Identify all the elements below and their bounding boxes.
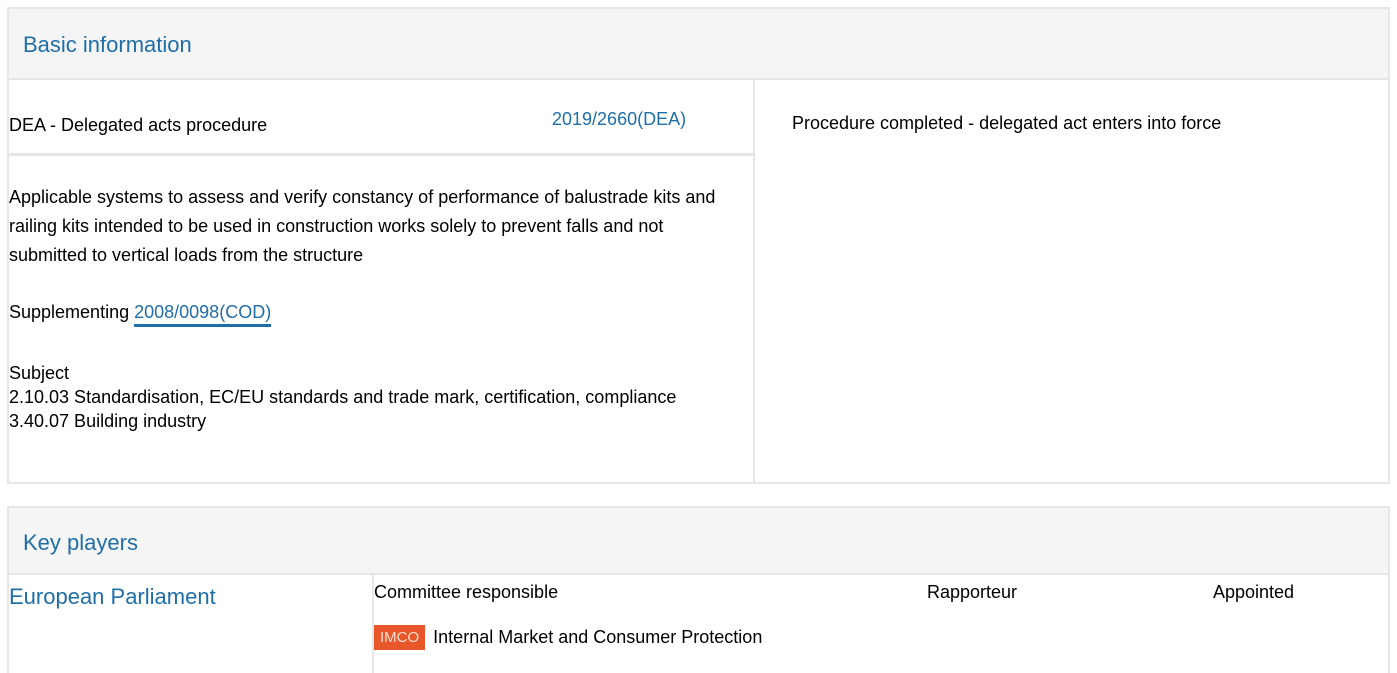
basic-information-title: Basic information (23, 32, 192, 57)
procedure-type: DEA - Delegated acts procedure (9, 115, 268, 135)
subject-label: Subject (9, 363, 70, 383)
supplementing-link[interactable]: 2008/0098(COD) (134, 302, 272, 327)
supplementing-label: Supplementing (9, 302, 130, 322)
basic-information-header: Basic information (9, 9, 1388, 80)
key-players-panel: Key players European Parliament Committe… (7, 506, 1390, 673)
procedure-description: Applicable systems to assess and verify … (9, 187, 716, 265)
subject-item: 2.10.03 Standardisation, EC/EU standards… (9, 387, 677, 407)
committee-badge[interactable]: IMCO (374, 625, 426, 650)
supplementing-line: Supplementing 2008/0098(COD) (9, 302, 272, 327)
basic-information-panel: Basic information DEA - Delegated acts p… (7, 7, 1390, 484)
committee-name: Internal Market and Consumer Protection (433, 627, 763, 647)
procedure-reference-link[interactable]: 2019/2660(DEA) (552, 109, 686, 130)
key-players-title: Key players (23, 530, 138, 555)
subject-block: Subject 2.10.03 Standardisation, EC/EU s… (9, 361, 744, 433)
committee-table: Committee responsible Rapporteur Appoint… (372, 575, 1388, 673)
procedure-status: Procedure completed - delegated act ente… (792, 113, 1222, 133)
committee-responsible-header: Committee responsible (374, 582, 559, 602)
procedure-details: DEA - Delegated acts procedure 2019/2660… (9, 80, 755, 482)
appointed-header: Appointed (1213, 582, 1295, 602)
subject-item: 3.40.07 Building industry (9, 411, 207, 431)
rapporteur-header: Rapporteur (927, 582, 1018, 602)
committee-row: IMCO Internal Market and Consumer Protec… (374, 625, 762, 650)
key-players-header: Key players (9, 508, 1388, 575)
procedure-row: DEA - Delegated acts procedure 2019/2660… (9, 80, 753, 156)
european-parliament-link[interactable]: European Parliament (9, 584, 216, 610)
